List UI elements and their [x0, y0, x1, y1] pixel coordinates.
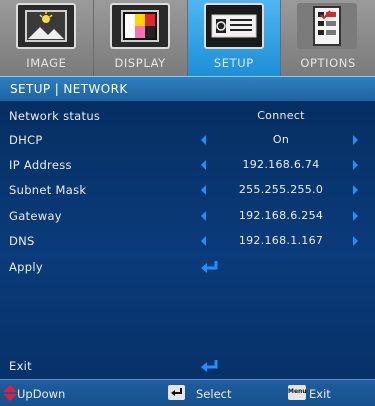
tab-image[interactable]: IMAGE [0, 0, 94, 76]
dhcp-label: DHCP [9, 133, 43, 147]
image-icon [16, 3, 76, 49]
tab-display-label: DISPLAY [114, 56, 166, 70]
enter-icon[interactable] [200, 260, 220, 274]
display-icon [109, 3, 170, 49]
arrow-right-icon[interactable] [353, 211, 358, 221]
network-status-label: Network status [9, 109, 101, 123]
subnet-mask-label: Subnet Mask [9, 183, 87, 197]
network-status-value: Connect [257, 109, 305, 122]
dns-label: DNS [9, 234, 35, 248]
arrow-left-icon[interactable] [201, 160, 206, 170]
arrow-left-icon[interactable] [201, 135, 206, 145]
row-ip-address[interactable]: IP Address 192.168.6.74 [0, 152, 375, 178]
arrow-left-icon[interactable] [201, 211, 206, 221]
network-menu: Network status Connect DHCP On IP Addres… [0, 101, 375, 379]
dns-value: 192.168.1.167 [238, 234, 324, 247]
arrow-right-icon[interactable] [353, 135, 358, 145]
row-dns[interactable]: DNS 192.168.1.167 [0, 228, 375, 254]
gateway-label: Gateway [9, 209, 62, 223]
dhcp-value: On [272, 133, 290, 146]
row-exit[interactable]: Exit [0, 353, 375, 379]
tab-setup[interactable]: SETUP [187, 0, 282, 76]
tab-setup-label: SETUP [213, 56, 254, 70]
tab-options[interactable]: OPTIONS [281, 0, 375, 76]
row-subnet-mask[interactable]: Subnet Mask 255.255.255.0 [0, 177, 375, 203]
tab-image-label: IMAGE [26, 56, 67, 70]
ip-address-value: 192.168.6.74 [242, 158, 320, 171]
enter-icon[interactable] [200, 359, 220, 373]
arrow-right-icon[interactable] [353, 185, 358, 195]
arrow-left-icon[interactable] [201, 236, 206, 246]
section-title: SETUP | NETWORK [10, 82, 128, 96]
tab-display[interactable]: DISPLAY [94, 0, 188, 76]
tab-bar: IMAGE DISPLAY SETUP OPTIONS [0, 0, 375, 76]
bottom-bar: UpDown Select Menu Exit [0, 379, 375, 406]
arrow-left-icon[interactable] [201, 185, 206, 195]
tab-options-label: OPTIONS [300, 56, 356, 70]
menu-key-label: Menu [288, 388, 307, 395]
exit-label: Exit [9, 359, 32, 373]
exit-hint: Exit [309, 387, 331, 401]
row-apply[interactable]: Apply [0, 254, 375, 280]
setup-icon [203, 3, 264, 49]
gateway-value: 192.168.6.254 [238, 209, 324, 222]
arrow-right-icon[interactable] [353, 160, 358, 170]
row-dhcp[interactable]: DHCP On [0, 127, 375, 153]
updown-hint: UpDown [17, 387, 66, 401]
select-hint: Select [196, 387, 232, 401]
row-network-status: Network status Connect [0, 103, 375, 129]
subnet-mask-value: 255.255.255.0 [238, 183, 324, 196]
enter-key-icon [168, 385, 185, 400]
ip-address-label: IP Address [9, 158, 72, 172]
options-icon [297, 3, 358, 49]
updown-icon [3, 385, 17, 401]
apply-label: Apply [9, 260, 43, 274]
arrow-right-icon[interactable] [353, 236, 358, 246]
row-gateway[interactable]: Gateway 192.168.6.254 [0, 203, 375, 229]
menu-key-icon: Menu [288, 385, 307, 400]
section-header: SETUP | NETWORK [0, 76, 375, 101]
